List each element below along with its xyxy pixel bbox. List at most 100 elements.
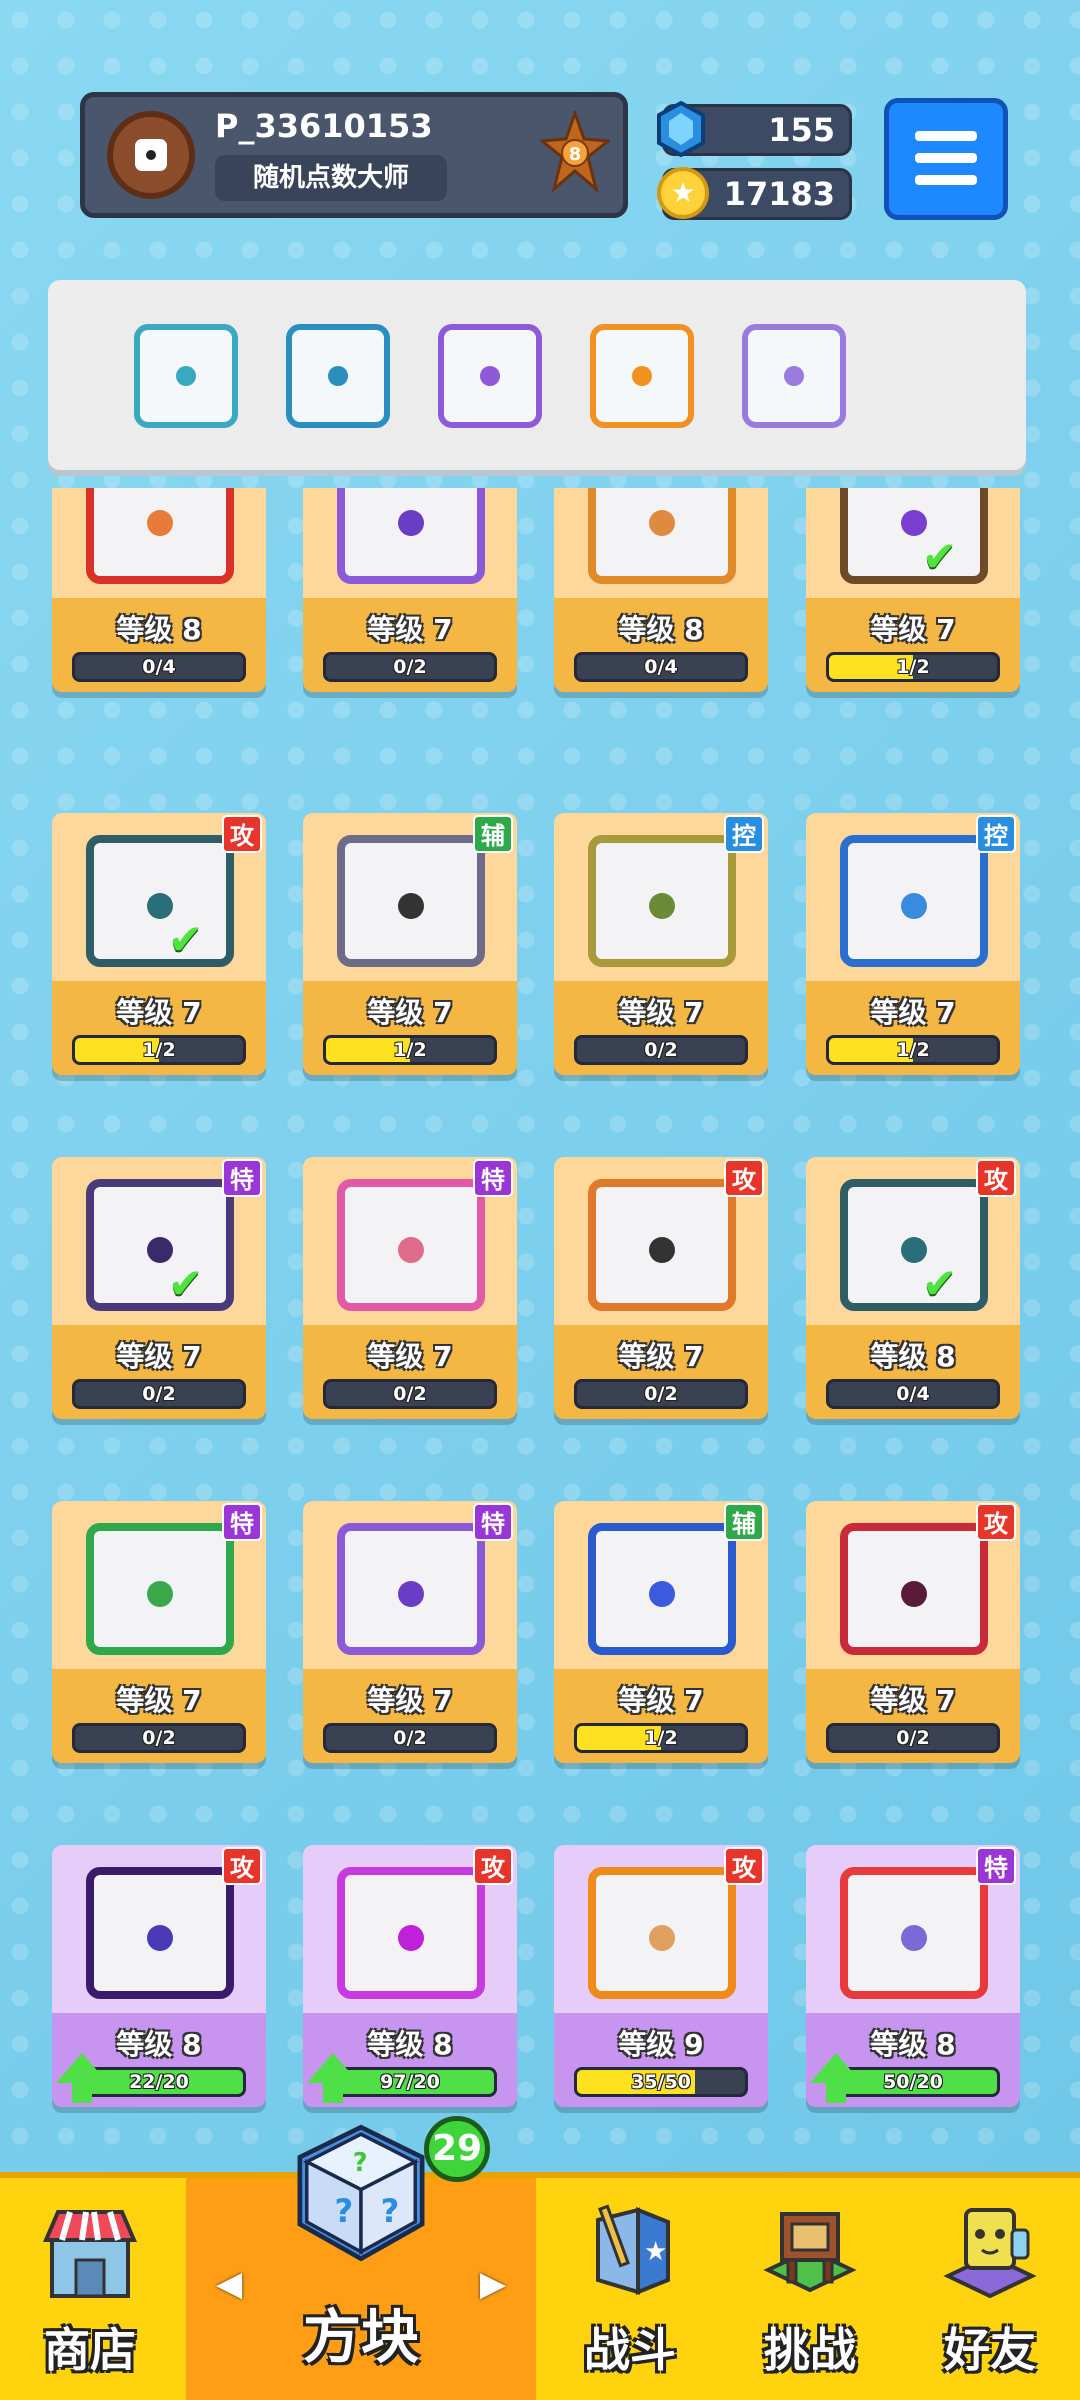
progress-text: 1/2 — [896, 656, 930, 678]
dice-level: 等级 7 — [367, 1340, 453, 1373]
dice-level: 等级 7 — [870, 1684, 956, 1717]
dice-type-tag: 攻 — [976, 1503, 1016, 1541]
dice-pip-icon — [398, 510, 424, 536]
dice-level: 等级 7 — [116, 996, 202, 1029]
dice-type-tag: 攻 — [724, 1159, 764, 1197]
upgrade-arrow-icon[interactable] — [810, 2053, 862, 2103]
dice-face-icon — [86, 1867, 234, 1999]
coin-icon: ★ — [657, 167, 709, 219]
nav-dice-label: 方块 — [302, 2303, 419, 2371]
challenge-signboard-icon — [763, 2212, 857, 2293]
dice-type-tag: 攻 — [976, 1159, 1016, 1197]
dice-type-tag: 特 — [222, 1503, 262, 1541]
dice-pip-icon — [649, 1237, 675, 1263]
dice-card[interactable]: 特等级 8 50/20 — [806, 1845, 1020, 2107]
svg-text:★: ★ — [644, 2237, 667, 2267]
dice-pip-icon — [901, 1925, 927, 1951]
upgrade-arrow-icon[interactable] — [56, 2053, 108, 2103]
dice-face-icon — [337, 835, 485, 967]
dice-card[interactable]: 攻 ✔ 等级 7 1/2 — [52, 813, 266, 1075]
dice-face-icon — [588, 1179, 736, 1311]
dice-face-icon — [588, 1867, 736, 1999]
dice-level: 等级 7 — [116, 1340, 202, 1373]
dice-pip-icon — [398, 1581, 424, 1607]
progress-text: 1/2 — [142, 1039, 176, 1061]
dice-progress-bar: 1/2 — [826, 1035, 1000, 1065]
new-dice-badge: 29 — [424, 2116, 490, 2182]
dice-card[interactable]: 特等级 7 0/2 — [303, 1157, 517, 1419]
dice-card[interactable]: 攻等级 9 35/50 — [554, 1845, 768, 2107]
progress-text: 0/2 — [393, 1727, 427, 1749]
dice-pip-icon — [328, 366, 348, 386]
dice-type-tag: 特 — [473, 1159, 513, 1197]
dice-card[interactable]: 特等级 7 0/2 — [303, 1501, 517, 1763]
progress-text: 0/2 — [393, 656, 427, 678]
dice-card[interactable]: 攻等级 7 0/2 — [554, 1157, 768, 1419]
gem-counter[interactable]: 155 — [657, 101, 852, 157]
dice-face-icon — [840, 1867, 988, 1999]
deck-slot-rainbow-dragon-dice[interactable] — [590, 324, 694, 428]
dice-card[interactable]: 攻等级 8 22/20 — [52, 1845, 266, 2107]
dice-progress-bar: 0/2 — [72, 1379, 246, 1409]
dice-type-tag: 攻 — [724, 1847, 764, 1885]
dice-card[interactable]: 攻等级 8 97/20 — [303, 1845, 517, 2107]
dice-pip-icon — [147, 510, 173, 536]
nav-friends-label: 好友 — [944, 2323, 1036, 2377]
dice-level: 等级 7 — [116, 1684, 202, 1717]
progress-text: 0/4 — [644, 656, 678, 678]
progress-text: 0/4 — [896, 1383, 930, 1405]
dice-face-icon — [840, 1523, 988, 1655]
dice-card[interactable]: 辅等级 7 1/2 — [303, 813, 517, 1075]
dice-pip-icon — [176, 366, 196, 386]
dice-pip-icon — [784, 366, 804, 386]
nav-battle[interactable]: ★ 战斗 — [540, 2178, 720, 2400]
dice-card[interactable]: 特等级 7 0/2 — [52, 1501, 266, 1763]
dice-type-tag: 攻 — [222, 815, 262, 853]
upgrade-arrow-icon[interactable] — [307, 2053, 359, 2103]
dice-pip-icon — [632, 366, 652, 386]
dice-face-icon — [588, 488, 736, 584]
rank-star-icon[interactable]: 8 — [540, 111, 610, 201]
dice-pip-icon — [649, 1925, 675, 1951]
progress-text: 0/2 — [142, 1727, 176, 1749]
deck-slot-vortex-dragon-dice[interactable] — [286, 324, 390, 428]
menu-icon-line — [915, 175, 977, 185]
nav-friends[interactable]: 好友 — [900, 2178, 1080, 2400]
dice-progress-bar: 0/4 — [574, 652, 748, 682]
dice-card[interactable]: 辅等级 7 1/2 — [554, 1501, 768, 1763]
dice-card[interactable]: 控等级 7 1/2 — [806, 813, 1020, 1075]
dice-progress-bar: 35/50 — [574, 2067, 748, 2097]
dice-type-tag: 攻 — [473, 1847, 513, 1885]
dice-card[interactable]: 特 ✔ 等级 7 0/2 — [52, 1157, 266, 1419]
dice-face-icon — [840, 488, 988, 584]
deck-slot-crack-dice[interactable] — [742, 324, 846, 428]
bottom-navigation: 商店 ? ? ? 29 ◀ ▶ 方块 ★ 战斗 挑战 好友 — [0, 2116, 1080, 2400]
dice-type-tag: 攻 — [222, 1847, 262, 1885]
shop-icon — [42, 2210, 138, 2298]
player-profile-panel[interactable]: P_33610153 随机点数大师 8 — [80, 92, 628, 218]
deck-slot-ice-dragon-dice[interactable] — [134, 324, 238, 428]
gem-icon — [657, 101, 705, 157]
dice-type-tag: 特 — [976, 1847, 1016, 1885]
player-avatar[interactable] — [107, 111, 195, 199]
dice-card[interactable]: 攻 ✔ 等级 8 0/4 — [806, 1157, 1020, 1419]
dice-face-icon — [86, 1523, 234, 1655]
deck-slot-purple-dragon-dice[interactable] — [438, 324, 542, 428]
nav-challenge[interactable]: 挑战 — [720, 2178, 900, 2400]
dice-face-icon — [840, 835, 988, 967]
nav-shop[interactable]: 商店 — [0, 2178, 180, 2400]
menu-button[interactable] — [884, 98, 1008, 220]
dice-card[interactable]: 攻等级 7 0/2 — [806, 1501, 1020, 1763]
dice-face-icon — [337, 1523, 485, 1655]
dice-card[interactable]: 控等级 7 0/2 — [554, 813, 768, 1075]
dice-progress-bar: 0/2 — [574, 1379, 748, 1409]
dice-pip-icon — [398, 893, 424, 919]
nav-dice[interactable]: ? ? ? 29 ◀ ▶ 方块 — [186, 2116, 536, 2400]
equipped-check-icon: ✔ — [922, 1259, 958, 1308]
dice-progress-bar: 0/2 — [574, 1035, 748, 1065]
dice-pip-icon — [901, 893, 927, 919]
progress-text: 1/2 — [644, 1727, 678, 1749]
coin-counter[interactable]: ★ 17183 — [657, 167, 852, 220]
dice-face-icon — [337, 1179, 485, 1311]
dice-progress-bar: 1/2 — [72, 1035, 246, 1065]
